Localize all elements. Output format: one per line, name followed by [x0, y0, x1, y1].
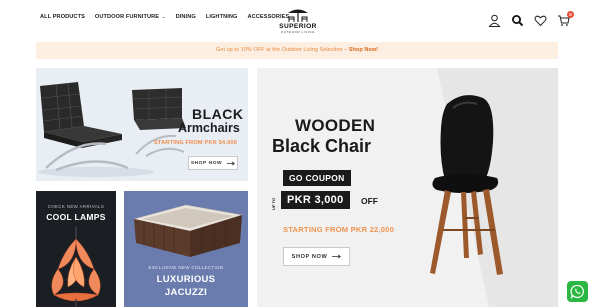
promo-bar: Get up to 10% OFF at the Outdoor Living …	[36, 42, 558, 59]
header-icons: 0	[488, 11, 574, 27]
jacuzzi-title-line2: JACUZZI	[164, 287, 208, 298]
armchairs-banner[interactable]: BLACK Armchairs STARTING FROM PKR 54,000…	[36, 68, 248, 181]
jacuzzi-subtitle: EXCLUSIVE NEW COLLECTION	[148, 265, 224, 270]
armchairs-shop-now-label: SHOP NOW	[190, 160, 223, 166]
main-nav: ALL PRODUCTS OUTDOOR FURNITURE ⌄ DINING …	[40, 14, 289, 20]
arrow-right-icon	[227, 160, 236, 166]
coupon-amount: PKR 3,000	[281, 191, 350, 209]
logo-name: SUPERIOR	[279, 23, 317, 30]
lamp-image	[51, 227, 101, 307]
jacuzzi-banner[interactable]: EXCLUSIVE NEW COLLECTION LUXURIOUS JACUZ…	[124, 191, 248, 307]
heart-icon[interactable]	[534, 14, 547, 27]
nav-outdoor-furniture-label: OUTDOOR FURNITURE	[94, 14, 160, 20]
promo-shop-now-link[interactable]: Shop Now!	[349, 47, 378, 53]
wooden-chair-shop-now-label: SHOP NOW	[291, 253, 328, 260]
wooden-chair-banner[interactable]: WOODEN Black Chair GO COUPON UP TO PKR 3…	[257, 68, 558, 307]
whatsapp-button[interactable]	[567, 281, 588, 302]
umbrella-chairs-icon	[288, 9, 308, 22]
wooden-chair-shop-now-button[interactable]: SHOP NOW	[283, 247, 350, 266]
coupon-label: GO COUPON	[283, 170, 351, 186]
wooden-chair-image	[430, 68, 558, 307]
lamps-banner[interactable]: CHECK NEW ARRIVALS COOL LAMPS	[36, 191, 116, 307]
armchairs-shop-now-button[interactable]: SHOP NOW	[188, 156, 238, 170]
armchairs-title-line1: BLACK	[192, 106, 244, 122]
cart-icon[interactable]: 0	[557, 11, 574, 27]
armchairs-price: STARTING FROM PKR 54,000	[154, 140, 238, 146]
wooden-chair-title-line2: Black Chair	[272, 136, 372, 156]
arrow-right-icon	[332, 254, 342, 259]
wooden-chair-title-line1: WOODEN	[295, 116, 376, 135]
chevron-down-icon: ⌄	[161, 14, 166, 19]
logo-tagline: OUTDOOR LIVING	[280, 30, 316, 34]
up-to-label: UP TO	[271, 197, 276, 210]
cart-count-badge: 0	[567, 11, 574, 18]
nav-all-products[interactable]: ALL PRODUCTS	[40, 14, 85, 20]
coupon-off-label: OFF	[361, 196, 378, 206]
promo-text: Get up to 10% OFF at the Outdoor Living …	[216, 47, 349, 53]
nav-outdoor-furniture[interactable]: OUTDOOR FURNITURE ⌄	[95, 14, 166, 20]
jacuzzi-image	[133, 204, 243, 257]
jacuzzi-title-line1: LUXURIOUS	[156, 274, 216, 285]
armchairs-title-line2: Armchairs	[178, 121, 240, 135]
nav-dining[interactable]: DINING	[176, 14, 196, 20]
user-icon[interactable]	[488, 14, 501, 27]
lamps-title: COOL LAMPS	[46, 212, 106, 222]
site-logo[interactable]: SUPERIOR OUTDOOR LIVING	[275, 7, 321, 34]
lamps-subtitle: CHECK NEW ARRIVALS	[47, 204, 105, 209]
search-icon[interactable]	[511, 14, 524, 27]
whatsapp-icon	[570, 284, 584, 299]
armchairs-image	[38, 82, 186, 177]
nav-lightning[interactable]: LIGHTNING	[206, 14, 238, 20]
wooden-chair-price: STARTING FROM PKR 22,000	[283, 225, 394, 234]
